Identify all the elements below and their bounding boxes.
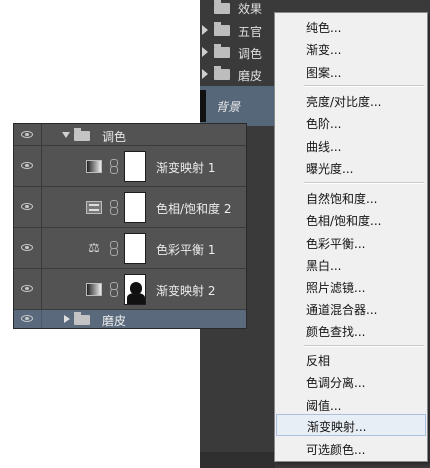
layer-mask-thumbnail[interactable] xyxy=(124,192,146,223)
visibility-column xyxy=(14,228,42,268)
group-row[interactable]: 调色 xyxy=(14,124,246,146)
menu-item-hue-saturation[interactable]: 色相/饱和度... xyxy=(275,208,427,230)
layer-row[interactable]: 色相/饱和度 2 xyxy=(14,187,246,228)
layer-mask-thumbnail[interactable] xyxy=(124,274,146,305)
expand-arrow-icon[interactable] xyxy=(64,315,70,323)
bg-group-color[interactable]: 调色 xyxy=(200,42,280,64)
eye-icon[interactable] xyxy=(21,130,33,138)
bg-group-features[interactable]: 五官 xyxy=(200,20,280,42)
folder-icon xyxy=(214,66,230,80)
menu-item-selective-color[interactable]: 可选颜色... xyxy=(275,437,427,459)
link-icon-lower xyxy=(110,166,118,174)
layer-name: 渐变映射 1 xyxy=(156,161,216,175)
menu-item-vibrance[interactable]: 自然饱和度... xyxy=(275,186,427,208)
group-name: 调色 xyxy=(102,130,127,144)
bg-group-effect[interactable]: 效果 xyxy=(200,0,280,22)
color-balance-icon: ⚖ xyxy=(88,241,100,256)
subgroup-name: 磨皮 xyxy=(102,314,127,328)
bg-group-label: 五官 xyxy=(238,25,263,39)
layer-mask-thumbnail[interactable] xyxy=(124,233,146,264)
layer-name: 色彩平衡 1 xyxy=(156,243,216,257)
link-icon-lower xyxy=(110,248,118,256)
layer-name: 色相/饱和度 2 xyxy=(156,202,232,216)
menu-item-channel-mixer[interactable]: 通道混合器... xyxy=(275,297,427,319)
background-layer-row[interactable]: 背景 xyxy=(200,86,275,126)
layer-row[interactable]: 渐变映射 2 xyxy=(14,269,246,310)
layer-mask-thumbnail[interactable] xyxy=(124,151,146,182)
expand-arrow-icon[interactable] xyxy=(202,25,208,35)
folder-icon xyxy=(214,44,230,58)
visibility-column xyxy=(14,269,42,309)
panel-footer xyxy=(200,452,275,468)
eye-icon[interactable] xyxy=(21,203,33,210)
menu-item-solid-color[interactable]: 纯色... xyxy=(275,15,427,37)
link-icon-lower xyxy=(110,289,118,297)
link-icon-lower xyxy=(110,207,118,215)
menu-item-gradient[interactable]: 渐变... xyxy=(275,37,427,59)
expand-arrow-icon[interactable] xyxy=(202,47,208,57)
menu-item-photo-filter[interactable]: 照片滤镜... xyxy=(275,275,427,297)
bg-group-smooth[interactable]: 磨皮 xyxy=(200,64,280,86)
eye-icon[interactable] xyxy=(21,315,33,322)
visibility-column xyxy=(14,310,42,328)
hue-saturation-icon xyxy=(86,201,102,214)
menu-separator xyxy=(304,182,424,184)
layer-row[interactable]: 渐变映射 1 xyxy=(14,146,246,187)
menu-item-curves[interactable]: 曲线... xyxy=(275,134,427,156)
menu-item-color-balance[interactable]: 色彩平衡... xyxy=(275,231,427,253)
subgroup-row[interactable]: 磨皮 xyxy=(14,310,246,328)
menu-item-threshold[interactable]: 阈值... xyxy=(275,393,427,415)
menu-separator xyxy=(304,85,424,87)
menu-item-posterize[interactable]: 色调分离... xyxy=(275,370,427,392)
layer-name: 渐变映射 2 xyxy=(156,284,216,298)
menu-item-brightness-contrast[interactable]: 亮度/对比度... xyxy=(275,89,427,111)
collapse-arrow-icon[interactable] xyxy=(62,132,70,138)
menu-item-black-white[interactable]: 黑白... xyxy=(275,253,427,275)
bg-group-label: 效果 xyxy=(238,2,263,16)
visibility-column xyxy=(14,124,42,145)
folder-icon xyxy=(74,128,90,141)
silhouette-body xyxy=(127,293,145,304)
gradient-map-icon xyxy=(86,283,102,296)
menu-item-gradient-map[interactable]: 渐变映射... xyxy=(276,414,426,436)
expand-arrow-icon[interactable] xyxy=(202,69,208,79)
menu-item-pattern[interactable]: 图案... xyxy=(275,60,427,82)
visibility-column xyxy=(14,146,42,186)
folder-icon xyxy=(214,0,230,14)
bg-group-label: 磨皮 xyxy=(238,69,263,83)
folder-icon xyxy=(74,312,90,325)
menu-item-invert[interactable]: 反相 xyxy=(275,348,427,370)
bg-group-label: 调色 xyxy=(238,47,263,61)
menu-separator xyxy=(304,345,424,347)
background-layer-label: 背景 xyxy=(216,100,241,114)
eye-icon[interactable] xyxy=(21,244,33,251)
eye-icon[interactable] xyxy=(21,285,33,292)
eye-icon[interactable] xyxy=(21,162,33,169)
adjustment-menu: 纯色... 渐变... 图案... 亮度/对比度... 色阶... 曲线... … xyxy=(274,12,428,462)
folder-icon xyxy=(214,22,230,36)
menu-item-exposure[interactable]: 曝光度... xyxy=(275,156,427,178)
visibility-column xyxy=(14,187,42,227)
layer-thumbnail xyxy=(200,90,206,122)
menu-item-color-lookup[interactable]: 颜色查找... xyxy=(275,319,427,341)
layer-row[interactable]: ⚖ 色彩平衡 1 xyxy=(14,228,246,269)
layers-panel: 调色 渐变映射 1 色相/饱和度 2 ⚖ 色彩平衡 1 渐变映射 2 磨皮 xyxy=(13,123,247,329)
menu-item-levels[interactable]: 色阶... xyxy=(275,111,427,133)
gradient-map-icon xyxy=(86,160,102,173)
